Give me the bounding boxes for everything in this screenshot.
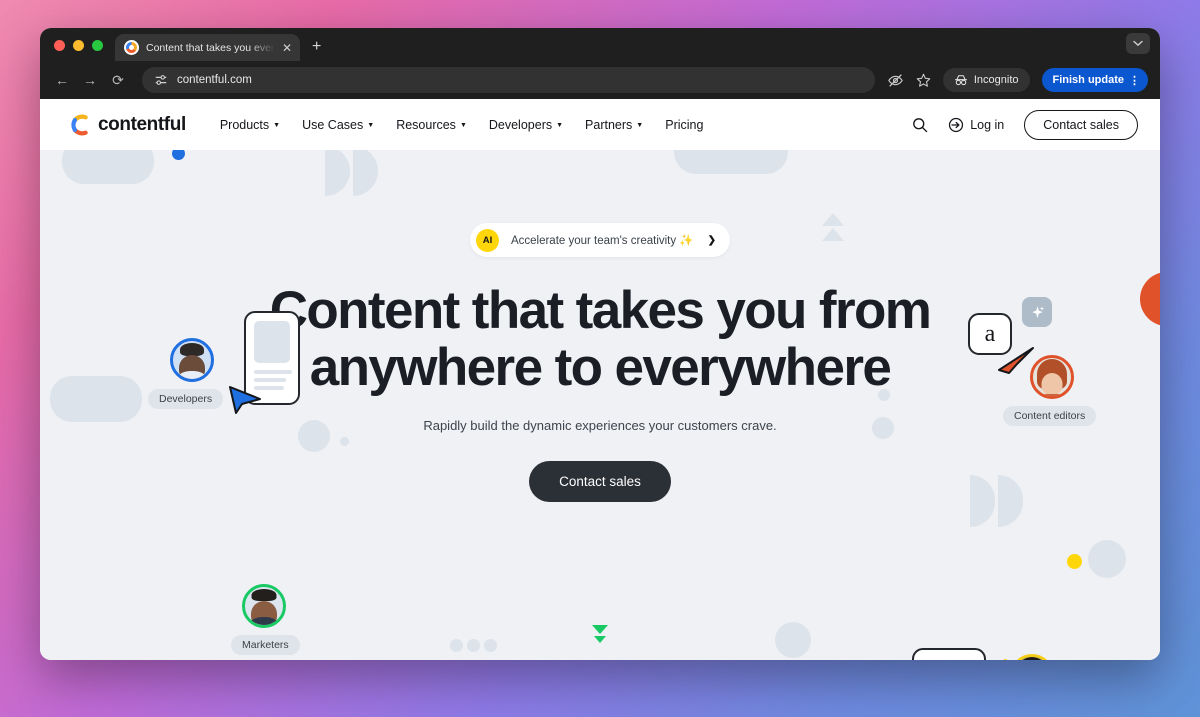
finish-update-button[interactable]: Finish update ⋮ xyxy=(1041,68,1148,92)
url-text: contentful.com xyxy=(177,74,252,86)
avatar-body xyxy=(1033,394,1071,396)
login-button[interactable]: Log in xyxy=(948,117,1004,133)
chevron-down-icon: ▼ xyxy=(556,122,564,129)
nav-item-use-cases[interactable]: Use Cases ▼ xyxy=(302,118,374,132)
maximize-window-button[interactable] xyxy=(92,40,103,51)
persona-label-marketers: Marketers xyxy=(231,635,300,655)
avatar-hair xyxy=(251,589,277,601)
eye-off-icon[interactable] xyxy=(887,73,904,88)
close-icon[interactable]: ✕ xyxy=(282,42,292,54)
letter-card-text: a xyxy=(984,320,996,347)
chevron-down-icon[interactable] xyxy=(1126,33,1150,54)
persona-developers: Developers xyxy=(148,338,224,409)
cursor-developers-icon xyxy=(229,386,261,414)
logo-text: contentful xyxy=(98,113,186,135)
sparkle-card xyxy=(1022,297,1052,327)
persona-marketers: Marketers xyxy=(231,584,300,655)
chevron-down-icon: ▼ xyxy=(273,122,281,129)
star-icon[interactable] xyxy=(916,73,931,88)
incognito-indicator[interactable]: Incognito xyxy=(942,68,1030,92)
hero-subheadline: Rapidly build the dynamic experiences yo… xyxy=(423,418,777,434)
sparkle-icon xyxy=(1031,305,1044,318)
nav-label: Pricing xyxy=(665,117,704,132)
incognito-label: Incognito xyxy=(973,74,1019,86)
nav-item-pricing[interactable]: Pricing xyxy=(665,118,703,132)
chevron-down-icon: ▼ xyxy=(367,122,375,129)
ai-announcement-pill[interactable]: AI Accelerate your team's creativity ✨ ❯ xyxy=(469,223,731,257)
persona-content-editors: Content editors xyxy=(1003,355,1097,426)
avatar-body xyxy=(245,617,283,625)
avatar-face xyxy=(1041,373,1063,395)
ai-badge: AI xyxy=(475,228,499,252)
close-window-button[interactable] xyxy=(54,40,65,51)
nav-item-products[interactable]: Products ▼ xyxy=(220,118,280,132)
persona-label-developers: Developers xyxy=(148,389,224,409)
nav-links: Products ▼ Use Cases ▼ Resources ▼ Devel… xyxy=(220,118,704,132)
address-bar[interactable]: contentful.com xyxy=(142,67,875,93)
document-card-image xyxy=(254,321,290,363)
site-settings-icon[interactable] xyxy=(154,73,168,87)
ai-announcement-text: Accelerate your team's creativity ✨ xyxy=(510,235,694,247)
persona-label-content-editors: Content editors xyxy=(1003,406,1097,426)
page-title: Content that takes you from anywhere to … xyxy=(269,281,932,397)
chevron-down-glyph xyxy=(1133,40,1143,47)
contact-sales-nav-button[interactable]: Contact sales xyxy=(1024,109,1138,140)
hero-section: AI Accelerate your team's creativity ✨ ❯… xyxy=(40,150,1160,660)
avatar-body xyxy=(173,371,211,379)
reload-icon[interactable]: ⟳ xyxy=(110,72,126,89)
browser-tab[interactable]: Content that takes you every ✕ xyxy=(115,34,300,61)
chevron-down-icon: ▼ xyxy=(636,122,644,129)
web-page: contentful Products ▼ Use Cases ▼ Resour… xyxy=(40,99,1160,660)
nav-item-developers[interactable]: Developers ▼ xyxy=(489,118,563,132)
persona-designers: Designers xyxy=(1010,654,1066,660)
cursor-designers-icon xyxy=(1002,659,1007,660)
toolbar-icons: Incognito Finish update ⋮ xyxy=(887,68,1148,92)
tab-strip: Content that takes you every ✕ + xyxy=(40,28,1160,61)
contentful-logo-icon xyxy=(70,114,92,136)
search-icon[interactable] xyxy=(912,117,928,133)
login-arrow-icon xyxy=(949,117,964,132)
scroll-down-button[interactable] xyxy=(589,623,611,652)
document-card-line xyxy=(254,370,292,374)
cursor-content-editors-icon xyxy=(998,347,1034,374)
avatar xyxy=(1030,355,1074,399)
nav-item-partners[interactable]: Partners ▼ xyxy=(585,118,643,132)
tab-title: Content that takes you every xyxy=(146,41,275,54)
avatar-hair xyxy=(1017,657,1047,660)
nav-label: Products xyxy=(219,117,270,132)
chevron-right-icon: ❯ xyxy=(707,234,717,246)
plus-icon[interactable]: + xyxy=(300,39,331,61)
contact-sales-hero-button[interactable]: Contact sales xyxy=(529,461,671,503)
contentful-logo[interactable]: contentful xyxy=(70,114,186,136)
nav-label: Resources xyxy=(396,117,456,132)
window-controls xyxy=(40,40,115,61)
nav-label: Partners xyxy=(585,117,633,132)
avatar xyxy=(242,584,286,628)
chevron-down-icon: ▼ xyxy=(459,122,467,129)
nav-right-actions: Log in Contact sales xyxy=(912,109,1138,140)
finish-update-label: Finish update xyxy=(1052,74,1125,86)
nav-label: Developers xyxy=(488,117,553,132)
kebab-menu-icon[interactable]: ⋮ xyxy=(1129,74,1140,87)
contentful-logo-glyph xyxy=(71,114,88,135)
arrow-left-icon[interactable]: ← xyxy=(54,72,70,88)
browser-window: Content that takes you every ✕ + ← → ⟳ c… xyxy=(40,28,1160,660)
avatar xyxy=(1010,654,1054,660)
site-navigation: contentful Products ▼ Use Cases ▼ Resour… xyxy=(40,99,1160,150)
nav-label: Use Cases xyxy=(302,117,364,132)
login-label: Log in xyxy=(970,117,1005,132)
browser-toolbar: ← → ⟳ contentful.com Incognito Finish up… xyxy=(40,61,1160,99)
document-card-line xyxy=(254,378,286,382)
nav-item-resources[interactable]: Resources ▼ xyxy=(396,118,467,132)
avatar xyxy=(170,338,214,382)
contentful-favicon-icon xyxy=(124,40,139,55)
incognito-icon xyxy=(955,75,967,86)
scroll-down-arrow-icon xyxy=(592,625,608,643)
arrow-right-icon[interactable]: → xyxy=(82,72,98,88)
minimize-window-button[interactable] xyxy=(73,40,84,51)
